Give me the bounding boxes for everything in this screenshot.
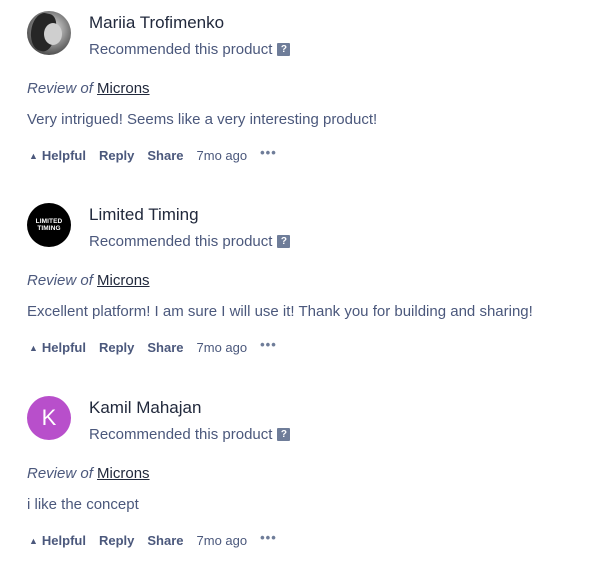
recommendation-label: Recommended this product ?	[89, 233, 291, 250]
upvote-icon: ▲	[29, 343, 38, 353]
recommendation-label: Recommended this product ?	[89, 41, 291, 58]
helpful-button[interactable]: ▲ Helpful	[29, 533, 86, 548]
share-button[interactable]: Share	[147, 148, 183, 163]
review-actions: ▲ Helpful Reply Share 7mo ago •••	[29, 530, 277, 548]
upvote-icon: ▲	[29, 151, 38, 161]
helpful-button[interactable]: ▲ Helpful	[29, 340, 86, 355]
timestamp[interactable]: 7mo ago	[197, 533, 248, 548]
more-options-icon[interactable]: •••	[260, 530, 277, 545]
more-options-icon[interactable]: •••	[260, 337, 277, 352]
author-name[interactable]: Mariia Trofimenko	[89, 13, 224, 33]
review-actions: ▲ Helpful Reply Share 7mo ago •••	[29, 337, 277, 355]
review-of-prefix: Review of	[27, 465, 93, 482]
avatar-photo-face	[44, 23, 62, 45]
review-item: K Kamil Mahajan Recommended this product…	[0, 385, 600, 577]
reply-button[interactable]: Reply	[99, 148, 134, 163]
review-actions: ▲ Helpful Reply Share 7mo ago •••	[29, 145, 277, 163]
helpful-label: Helpful	[41, 148, 86, 163]
helpful-label: Helpful	[41, 533, 86, 548]
review-of-line: Review of Microns	[27, 272, 150, 289]
helpful-label: Helpful	[41, 340, 86, 355]
timestamp[interactable]: 7mo ago	[197, 148, 248, 163]
reply-button[interactable]: Reply	[99, 533, 134, 548]
help-icon[interactable]: ?	[277, 235, 291, 248]
more-options-icon[interactable]: •••	[260, 145, 277, 160]
author-name[interactable]: Limited Timing	[89, 205, 199, 225]
product-link[interactable]: Microns	[97, 272, 150, 289]
product-link[interactable]: Microns	[97, 80, 150, 97]
helpful-button[interactable]: ▲ Helpful	[29, 148, 86, 163]
upvote-icon: ▲	[29, 536, 38, 546]
avatar-initial: K	[41, 405, 57, 430]
recommendation-text: Recommended this product	[89, 426, 273, 443]
review-item: Mariia Trofimenko Recommended this produ…	[0, 0, 600, 192]
avatar[interactable]: K	[27, 396, 71, 440]
recommendation-text: Recommended this product	[89, 41, 273, 58]
share-button[interactable]: Share	[147, 533, 183, 548]
logo-line-1: LIMITED	[35, 218, 63, 225]
product-link[interactable]: Microns	[97, 465, 150, 482]
recommendation-label: Recommended this product ?	[89, 426, 291, 443]
review-text: Very intrigued! Seems like a very intere…	[27, 111, 378, 128]
review-item: LIMITED TIMING Limited Timing Recommende…	[0, 192, 600, 384]
review-of-prefix: Review of	[27, 272, 93, 289]
review-of-prefix: Review of	[27, 80, 93, 97]
author-name[interactable]: Kamil Mahajan	[89, 398, 201, 418]
avatar[interactable]: LIMITED TIMING	[27, 203, 71, 247]
logo-line-2: TIMING	[37, 225, 61, 232]
avatar[interactable]	[27, 11, 71, 55]
review-text: Excellent platform! I am sure I will use…	[27, 303, 533, 320]
share-button[interactable]: Share	[147, 340, 183, 355]
recommendation-text: Recommended this product	[89, 233, 273, 250]
review-text: i like the concept	[27, 496, 139, 513]
timestamp[interactable]: 7mo ago	[197, 340, 248, 355]
help-icon[interactable]: ?	[277, 43, 291, 56]
reply-button[interactable]: Reply	[99, 340, 134, 355]
review-of-line: Review of Microns	[27, 465, 150, 482]
help-icon[interactable]: ?	[277, 428, 291, 441]
review-of-line: Review of Microns	[27, 80, 150, 97]
